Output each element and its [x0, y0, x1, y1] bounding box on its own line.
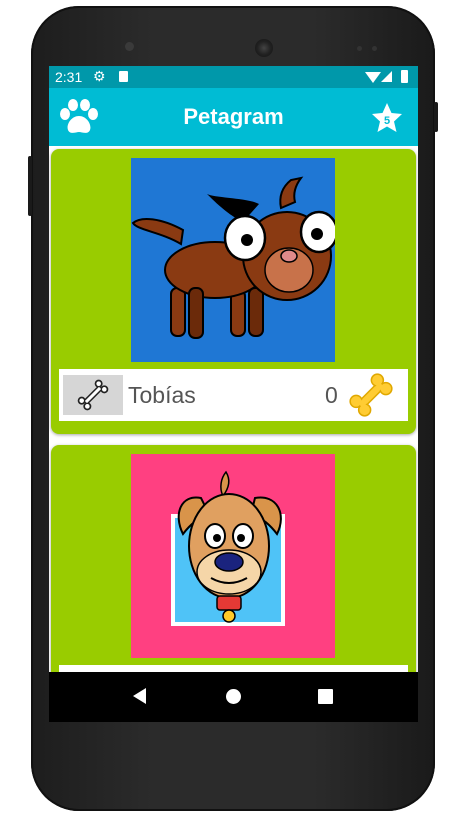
front-camera — [125, 42, 134, 51]
pet-list[interactable]: Tobías 0 — [49, 146, 418, 672]
power-button — [434, 102, 438, 132]
sd-card-icon — [119, 71, 128, 82]
app-title: Petagram — [183, 104, 284, 129]
pet-photo — [131, 158, 335, 362]
rate-button[interactable] — [63, 375, 123, 415]
favorites-button[interactable]: 5 — [371, 102, 403, 134]
status-time: 2:31 — [55, 69, 83, 85]
back-button[interactable] — [133, 688, 146, 704]
signal-icon — [381, 71, 392, 82]
screen: 2:31 ⚙ Petagram 5 Tobías 0 — [49, 66, 418, 722]
pet-card — [51, 445, 416, 672]
pet-name: Tobías — [128, 382, 196, 408]
app-bar: Petagram 5 — [49, 88, 418, 146]
bone-icon — [77, 379, 109, 411]
status-bar: 2:31 ⚙ — [49, 66, 418, 88]
wifi-icon — [365, 72, 381, 83]
pet-info-bar: Tobías 0 — [59, 369, 408, 421]
rating-bone-icon — [349, 373, 393, 417]
earpiece — [255, 39, 273, 57]
favorites-count: 5 — [384, 115, 390, 127]
pet-photo — [131, 454, 335, 658]
recents-button[interactable] — [318, 689, 333, 704]
star-icon: 5 — [372, 103, 402, 132]
pet-info-bar — [59, 665, 408, 672]
battery-icon — [401, 70, 408, 83]
pet-card: Tobías 0 — [51, 149, 416, 434]
sensor — [372, 46, 377, 51]
sensor — [357, 46, 362, 51]
home-button[interactable] — [226, 689, 241, 704]
gear-icon: ⚙ — [93, 68, 106, 84]
volume-button — [28, 156, 32, 216]
navigation-bar — [49, 672, 418, 722]
pet-likes-count: 0 — [325, 382, 338, 408]
